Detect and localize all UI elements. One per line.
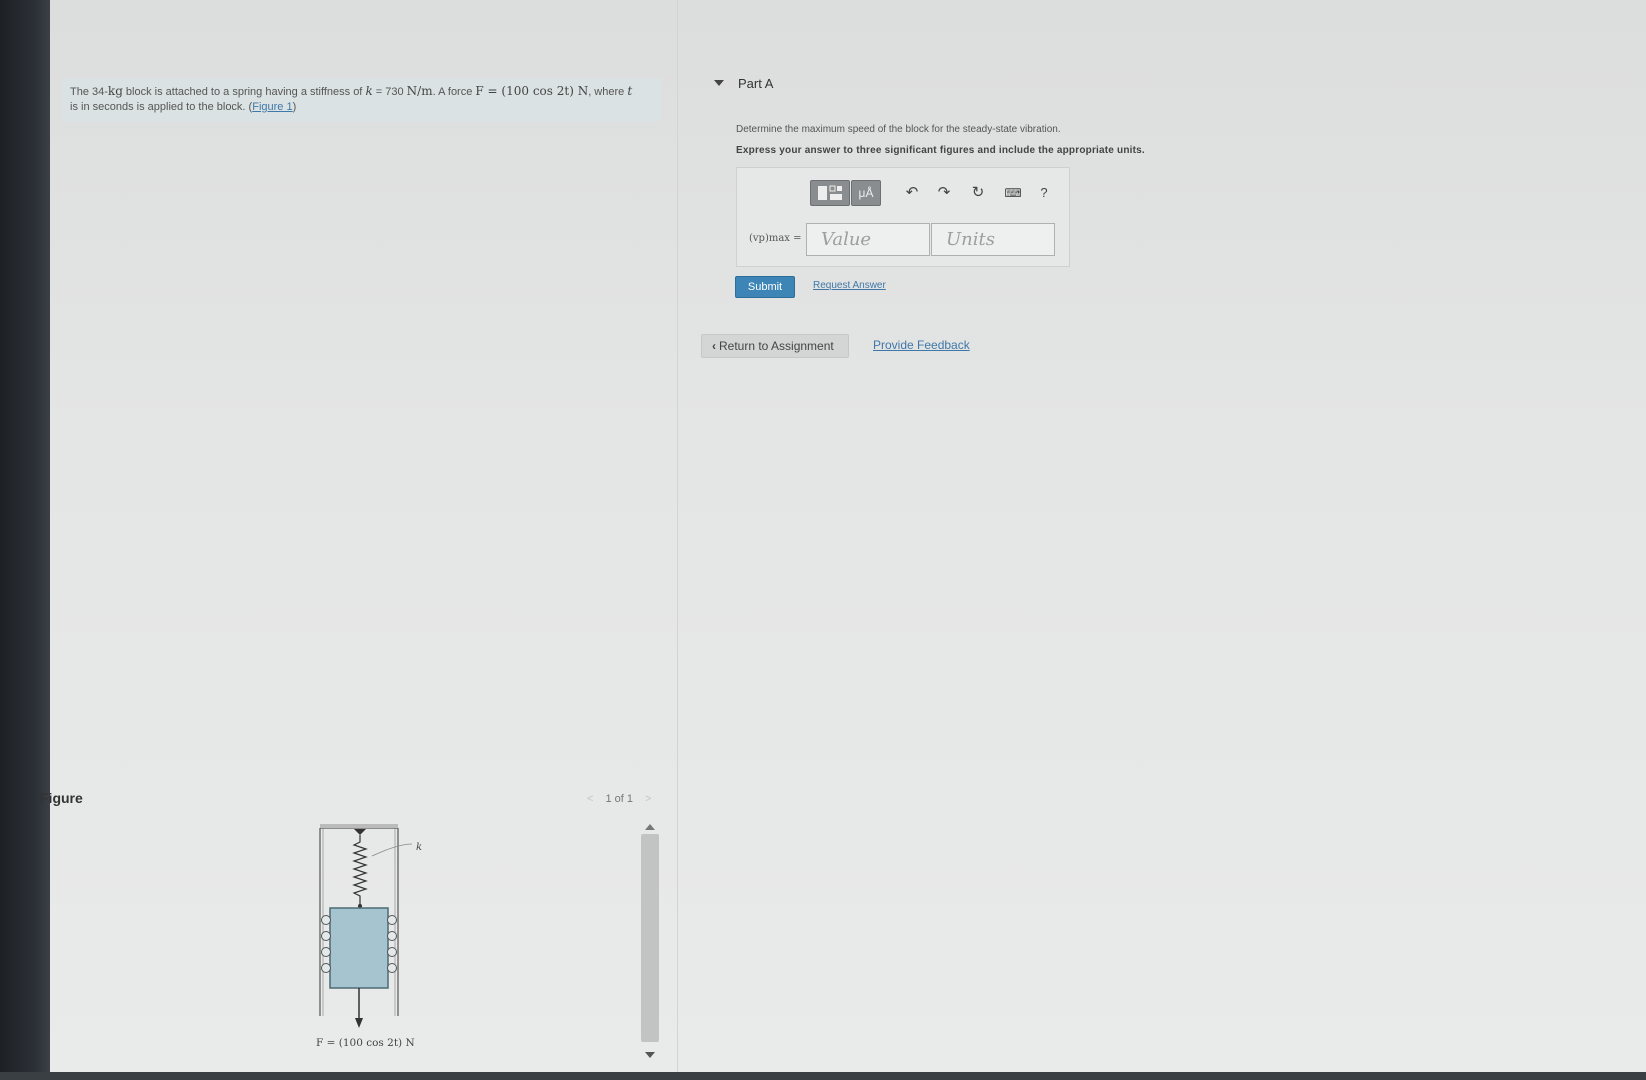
force-label: F = (100 cos 2t) N — [316, 1037, 415, 1049]
stiffness-value: = 730 — [372, 86, 407, 98]
figure-link[interactable]: Figure 1 — [252, 101, 292, 113]
redo-icon[interactable]: ↷ — [933, 182, 955, 204]
scroll-up-icon[interactable] — [645, 824, 655, 830]
return-label: Return to Assignment — [719, 339, 834, 353]
time-variable: t — [627, 84, 633, 98]
force-expression: F = (100 cos 2t) N — [475, 84, 589, 98]
reset-icon[interactable]: ↻ — [967, 182, 989, 204]
units-input[interactable] — [931, 223, 1055, 256]
pager-prev-button[interactable]: < — [587, 793, 593, 805]
request-answer-link[interactable]: Request Answer — [813, 280, 886, 291]
force-arrowhead — [355, 1018, 363, 1028]
problem-text: . A force — [432, 86, 476, 98]
part-title[interactable]: Part A — [738, 76, 773, 91]
problem-text: The 34- — [70, 86, 108, 98]
collapse-caret-icon[interactable] — [714, 80, 724, 86]
submit-button[interactable]: Submit — [735, 276, 795, 298]
help-icon[interactable]: ? — [1033, 182, 1055, 204]
spring-label: k — [416, 842, 422, 853]
spring-block-diagram: k F = (100 cos 2t) N — [316, 824, 422, 1049]
question-text: Determine the maximum speed of the block… — [736, 124, 1061, 135]
spring-leader-line — [371, 843, 413, 857]
units-button[interactable]: μÅ — [851, 180, 881, 206]
undo-icon[interactable]: ↶ — [901, 182, 923, 204]
mass-unit: kg — [107, 84, 123, 98]
stiffness-symbol: k — [365, 84, 373, 98]
figure-scrollbar[interactable] — [640, 820, 660, 1060]
problem-text: ) — [292, 101, 297, 113]
chevron-left-icon: ‹ — [712, 339, 716, 353]
problem-text: is in seconds is applied to the block. ( — [70, 101, 253, 113]
screen: The 34-kg block is attached to a spring … — [40, 0, 1646, 1072]
keyboard-icon[interactable]: ⌨ — [999, 182, 1027, 204]
figure-pager: <1 of 1 > — [575, 793, 663, 805]
pager-count: 1 of 1 — [605, 793, 633, 805]
instruction-text: Express your answer to three significant… — [736, 145, 1145, 156]
spring-anchor — [354, 829, 366, 835]
value-input[interactable] — [806, 223, 930, 256]
problem-pane: The 34-kg block is attached to a spring … — [40, 0, 677, 1072]
pager-next-button[interactable]: > — [645, 793, 651, 805]
templates-button[interactable] — [810, 180, 850, 206]
problem-text: block is attached to a spring having a s… — [122, 86, 366, 98]
answer-box: μÅ ↶ ↷ ↻ ⌨ ? (vp)max = — [736, 167, 1070, 267]
templates-icon — [818, 185, 842, 200]
block — [329, 907, 389, 989]
problem-statement: The 34-kg block is attached to a spring … — [62, 78, 662, 122]
scroll-down-icon[interactable] — [645, 1052, 655, 1058]
scroll-thumb[interactable] — [641, 834, 659, 1042]
monitor-bezel-left — [0, 0, 50, 1080]
figure-heading: Figure — [40, 790, 83, 806]
pane-divider — [677, 0, 678, 1072]
spring — [352, 835, 368, 906]
stiffness-units: N/m — [406, 84, 433, 98]
return-to-assignment-button[interactable]: ‹ Return to Assignment — [701, 334, 849, 358]
answer-label: (vp)max = — [749, 233, 802, 244]
provide-feedback-link[interactable]: Provide Feedback — [873, 338, 970, 352]
problem-text: , where — [588, 86, 628, 98]
monitor-bezel-bottom — [0, 1072, 1646, 1080]
